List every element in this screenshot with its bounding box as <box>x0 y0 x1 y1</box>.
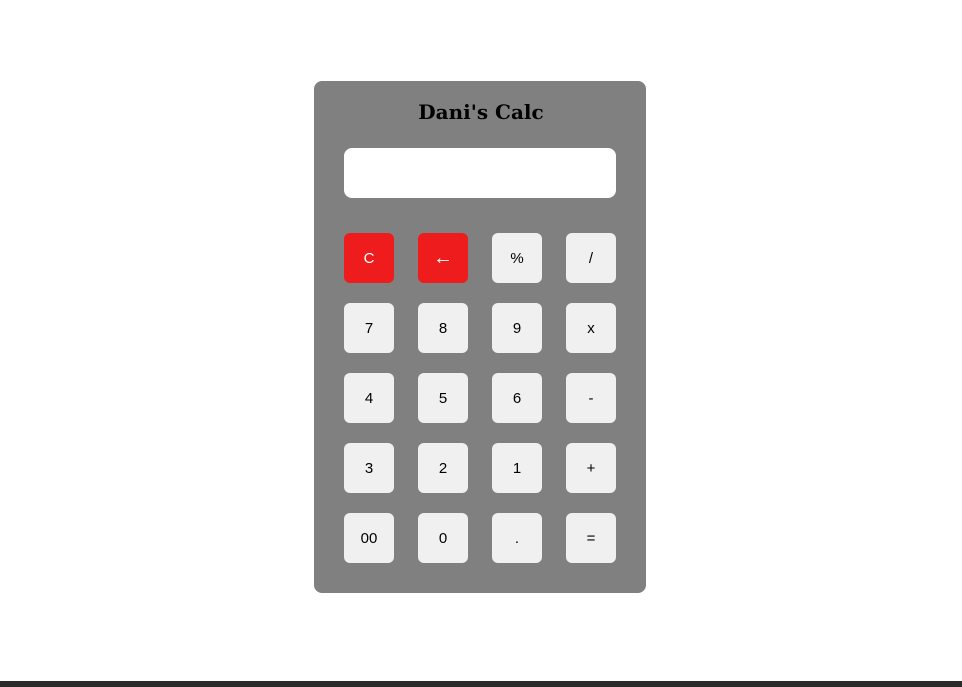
decimal-button[interactable]: . <box>492 513 542 563</box>
percent-button[interactable]: % <box>492 233 542 283</box>
clear-button[interactable]: C <box>344 233 394 283</box>
digit-5-button[interactable]: 5 <box>418 373 468 423</box>
digit-3-button[interactable]: 3 <box>344 443 394 493</box>
multiply-button[interactable]: x <box>566 303 616 353</box>
bottom-bar <box>0 681 962 687</box>
digit-1-button[interactable]: 1 <box>492 443 542 493</box>
equals-button[interactable]: = <box>566 513 616 563</box>
digit-7-button[interactable]: 7 <box>344 303 394 353</box>
divide-button[interactable]: / <box>566 233 616 283</box>
digit-9-button[interactable]: 9 <box>492 303 542 353</box>
page: Dani's Calc C ← % / 7 8 9 x 4 5 6 - 3 2 … <box>0 0 962 687</box>
digit-0-button[interactable]: 0 <box>418 513 468 563</box>
calculator-display[interactable] <box>344 148 616 198</box>
digit-4-button[interactable]: 4 <box>344 373 394 423</box>
digit-2-button[interactable]: 2 <box>418 443 468 493</box>
double-zero-button[interactable]: 00 <box>344 513 394 563</box>
backspace-button[interactable]: ← <box>418 233 468 283</box>
minus-button[interactable]: - <box>566 373 616 423</box>
digit-6-button[interactable]: 6 <box>492 373 542 423</box>
plus-button[interactable]: + <box>566 443 616 493</box>
digit-8-button[interactable]: 8 <box>418 303 468 353</box>
calculator-title: Dani's Calc <box>418 100 544 124</box>
